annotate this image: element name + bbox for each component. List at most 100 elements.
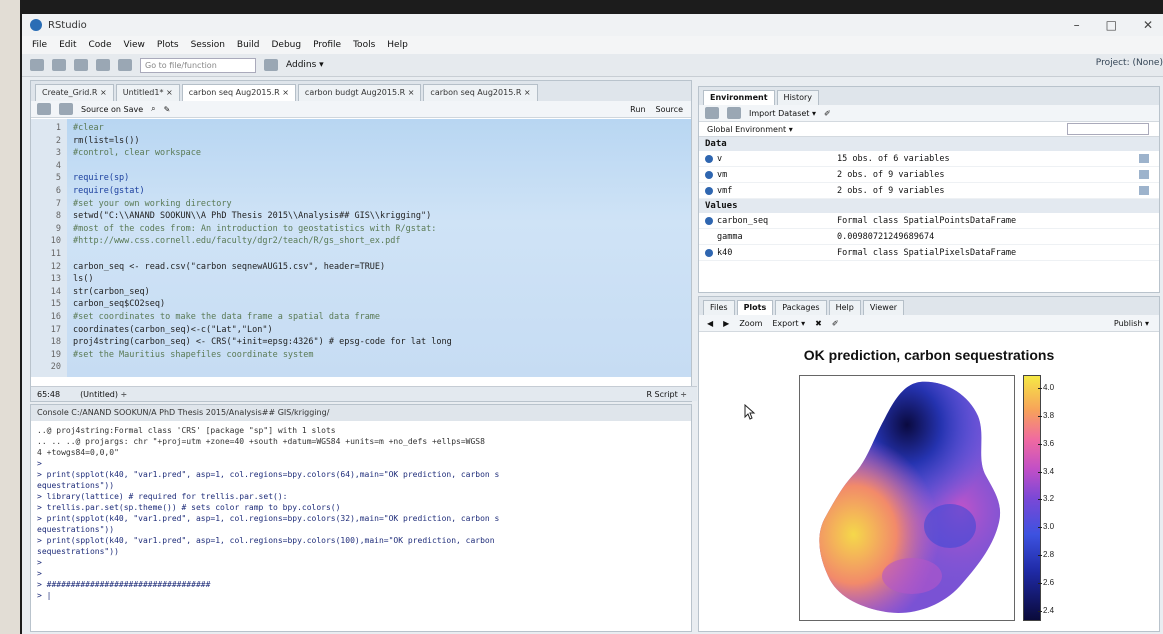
open-file-icon[interactable] [74, 59, 88, 71]
colorbar-tick-label: 3.8 [1037, 410, 1055, 420]
view-table-icon[interactable] [1139, 154, 1149, 163]
tab-history[interactable]: History [776, 90, 820, 105]
expand-icon[interactable] [705, 216, 713, 225]
view-table-icon[interactable] [1139, 170, 1149, 179]
env-row[interactable]: v 15 obs. of 6 variables [699, 151, 1159, 167]
menu-file[interactable]: File [32, 40, 47, 50]
editor-toolbar: Source on Save ⌕ ✎ Run Source [31, 101, 691, 118]
maximize-button[interactable]: □ [1106, 18, 1117, 32]
print-icon[interactable] [118, 59, 132, 71]
menu-profile[interactable]: Profile [313, 40, 341, 50]
console-line: > [37, 459, 42, 468]
console-line: > library(lattice) # required for trelli… [37, 492, 288, 501]
menu-session[interactable]: Session [191, 40, 225, 50]
tab-create-grid[interactable]: Create_Grid.R × [35, 84, 114, 101]
file-type-selector[interactable]: R Script ÷ [646, 390, 687, 399]
code-text: #set coordinates to make the data frame … [73, 312, 381, 322]
minimize-button[interactable]: – [1074, 18, 1080, 32]
console-line: > [37, 558, 42, 567]
new-file-icon[interactable] [30, 59, 44, 71]
tab-carbon-seq-2[interactable]: carbon seq Aug2015.R × [423, 84, 538, 101]
load-workspace-icon[interactable] [705, 107, 719, 119]
console-output[interactable]: ..@ proj4string:Formal class 'CRS' [pack… [31, 421, 691, 605]
line-number: 1 [55, 123, 61, 133]
global-environment-dropdown[interactable]: Global Environment ▾ [707, 125, 793, 134]
expand-icon[interactable] [705, 170, 713, 179]
source-button[interactable]: Source [656, 105, 683, 114]
menu-build[interactable]: Build [237, 40, 260, 50]
tab-files[interactable]: Files [703, 300, 735, 315]
menu-plots[interactable]: Plots [157, 40, 179, 50]
line-number: 13 [50, 274, 61, 285]
code-line: 9 #most of the codes from: An introductio… [31, 224, 436, 236]
env-var-value: 2 obs. of 9 variables [837, 185, 945, 196]
save-workspace-icon[interactable] [727, 107, 741, 119]
expand-icon[interactable] [705, 186, 713, 195]
code-text: carbon_seq <- read.csv("carbon seqnewAUG… [73, 261, 386, 272]
goto-file-input[interactable]: Go to file/function [140, 57, 256, 73]
env-var-name: vm [717, 169, 728, 180]
environment-toolbar: Import Dataset ▾ ✐ [699, 105, 1159, 122]
tab-untitled1[interactable]: Untitled1* × [115, 84, 180, 101]
tab-environment[interactable]: Environment [703, 90, 775, 105]
code-line: 13 ls() [31, 274, 94, 286]
env-row[interactable]: vmf 2 obs. of 9 variables [699, 183, 1159, 199]
remove-plot-icon[interactable]: ✖ [815, 319, 822, 328]
project-menu[interactable]: Project: (None) [1096, 58, 1163, 68]
addins-menu[interactable]: Addins ▾ [286, 60, 324, 70]
menu-help[interactable]: Help [387, 40, 408, 50]
tab-plots[interactable]: Plots [736, 300, 774, 315]
menu-debug[interactable]: Debug [272, 40, 302, 50]
tab-packages[interactable]: Packages [775, 300, 827, 315]
save-icon[interactable] [96, 59, 110, 71]
close-button[interactable]: ✕ [1143, 18, 1153, 32]
back-arrow-icon[interactable]: ◀ [707, 319, 713, 328]
editor-status-bar: 65:48 (Untitled) ÷ R Script ÷ [31, 386, 697, 401]
console-line: > ################################## [37, 580, 211, 589]
menu-code[interactable]: Code [89, 40, 112, 50]
wand-icon[interactable]: ✎ [164, 105, 171, 114]
save-file-icon[interactable] [59, 103, 73, 115]
publish-button[interactable]: Publish ▾ [1114, 319, 1149, 328]
import-dataset-button[interactable]: Import Dataset ▾ [749, 109, 816, 118]
menu-tools[interactable]: Tools [353, 40, 375, 50]
tab-carbon-budget[interactable]: carbon budgt Aug2015.R × [297, 84, 422, 101]
env-row[interactable]: gamma 0.00980721249689674 [699, 229, 1159, 245]
tab-help[interactable]: Help [828, 300, 861, 315]
search-icon[interactable]: ⌕ [151, 104, 155, 114]
code-line: 19 #set the Mauritius shapefiles coordina… [31, 350, 314, 362]
new-project-icon[interactable] [52, 59, 66, 71]
grid-layout-icon[interactable] [264, 59, 278, 71]
expand-icon[interactable] [705, 154, 713, 163]
menu-view[interactable]: View [124, 40, 145, 50]
env-row[interactable]: vm 2 obs. of 9 variables [699, 167, 1159, 183]
source-on-save-checkbox[interactable]: Source on Save [81, 105, 143, 114]
back-arrow-icon[interactable] [37, 103, 51, 115]
code-text: require(gstat) [73, 186, 145, 196]
view-table-icon[interactable] [1139, 186, 1149, 195]
env-var-value: 15 obs. of 6 variables [837, 153, 950, 164]
code-line: 12 carbon_seq <- read.csv("carbon seqnewA… [31, 262, 385, 274]
scope-indicator[interactable]: (Untitled) ÷ [80, 390, 127, 399]
forward-arrow-icon[interactable]: ▶ [723, 319, 729, 328]
line-number: 3 [55, 148, 61, 159]
run-button[interactable]: Run [630, 105, 645, 114]
expand-icon[interactable] [705, 248, 713, 257]
export-button[interactable]: Export ▾ [772, 319, 805, 328]
code-line: 18 proj4string(carbon_seq) <- CRS("+init=… [31, 337, 452, 349]
console-line: ..@ proj4string:Formal class 'CRS' [pack… [37, 426, 336, 435]
code-line: 15 carbon_seq$CO2seq) [31, 299, 165, 311]
tab-viewer[interactable]: Viewer [862, 300, 905, 315]
menu-edit[interactable]: Edit [59, 40, 76, 50]
broom-icon[interactable]: ✐ [832, 319, 839, 328]
zoom-button[interactable]: Zoom [739, 319, 762, 328]
env-row[interactable]: k40 Formal class SpatialPixelsDataFrame [699, 245, 1159, 261]
environment-search-input[interactable] [1067, 123, 1149, 135]
env-row[interactable]: carbon_seq Formal class SpatialPointsData… [699, 213, 1159, 229]
broom-icon[interactable]: ✐ [824, 109, 831, 118]
console-pane: Console C:/ANAND SOOKUN/A PhD Thesis 201… [30, 404, 692, 632]
code-area[interactable]: 1 #clear 2 rm(list=ls()) 3 #control, clear wo… [31, 119, 691, 377]
console-line: .. .. ..@ projargs: chr "+proj=utm +zone… [37, 437, 485, 446]
editor-tabs: Create_Grid.R × Untitled1* × carbon seq … [31, 81, 691, 101]
tab-carbon-seq[interactable]: carbon seq Aug2015.R × [181, 84, 296, 101]
